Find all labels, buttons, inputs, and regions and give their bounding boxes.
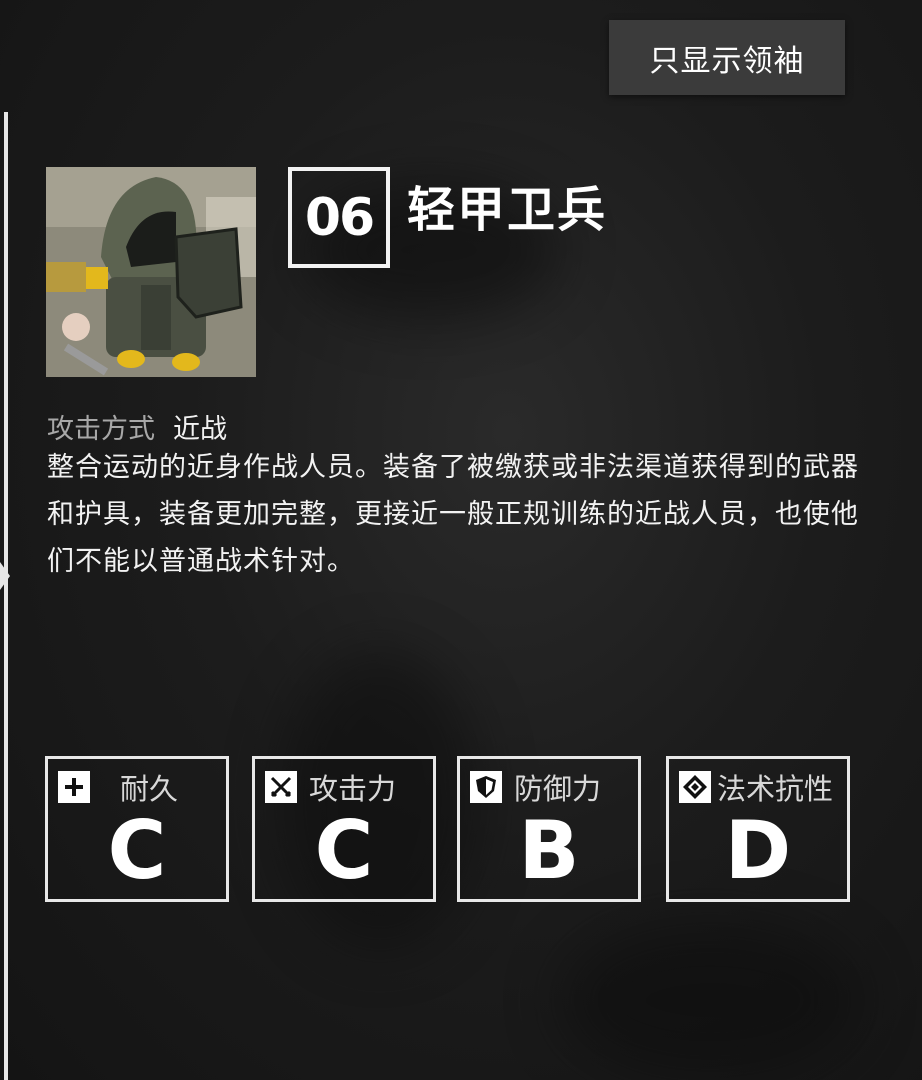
attack-type-row: 攻击方式 近战: [47, 407, 227, 446]
stat-grade: B: [518, 804, 580, 897]
plus-icon: [58, 771, 90, 803]
enemy-name: 轻甲卫兵: [407, 182, 608, 238]
show-leaders-only-button[interactable]: 只显示领袖: [609, 20, 845, 95]
enemy-portrait: [46, 167, 256, 377]
crossed-swords-icon: [265, 771, 297, 803]
attack-type-label: 攻击方式: [47, 414, 155, 445]
stat-card-attack: 攻击力 C: [252, 756, 436, 902]
diamond-icon: [679, 771, 711, 803]
stat-card-resistance: 法术抗性 D: [666, 756, 850, 902]
stat-grade: C: [314, 804, 374, 897]
stat-card-defense: 防御力 B: [457, 756, 641, 902]
background-blur: [560, 920, 860, 1080]
stat-card-endurance: 耐久 C: [45, 756, 229, 902]
attack-type-value: 近战: [173, 414, 227, 445]
timeline-bar: [4, 112, 8, 1080]
enemy-number-badge: 06: [288, 167, 390, 268]
stat-grade: D: [724, 804, 792, 897]
shield-icon: [470, 771, 502, 803]
enemy-description: 整合运动的近身作战人员。装备了被缴获或非法渠道获得到的武器和护具，装备更加完整，…: [47, 452, 859, 577]
stat-grade: C: [107, 804, 167, 897]
